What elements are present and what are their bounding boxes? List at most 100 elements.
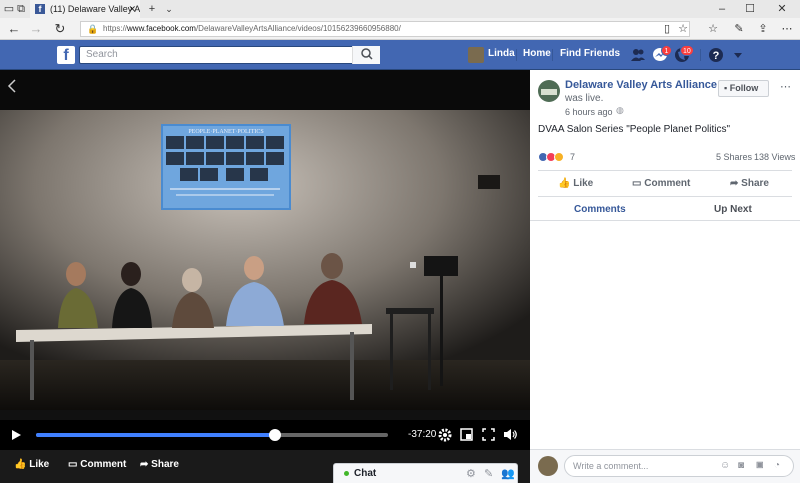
friend-requests-icon[interactable] <box>630 47 646 63</box>
post-comment-button[interactable]: ▭ Comment <box>632 178 690 189</box>
tab-up-next[interactable]: Up Next <box>714 204 752 215</box>
video-like-label: Like <box>29 459 50 470</box>
more-icon[interactable]: ⋯ <box>780 20 794 38</box>
account-menu-icon[interactable] <box>730 47 746 63</box>
post-like-button[interactable]: 👍 Like <box>558 178 593 189</box>
favorite-star-icon[interactable]: ☆ <box>676 20 690 38</box>
post-share-label: Share <box>741 178 769 189</box>
progress-fill <box>36 433 276 437</box>
search-input[interactable]: Search <box>79 46 379 64</box>
tab-preview-icon[interactable]: ⧉ <box>15 0 27 18</box>
url-prefix: https:// <box>103 24 128 33</box>
new-message-icon[interactable]: ✎ <box>484 467 493 480</box>
help-icon[interactable]: ? <box>708 47 724 63</box>
home-link[interactable]: Home <box>523 48 551 59</box>
page-avatar-building <box>541 89 557 95</box>
video-comment-label: Comment <box>80 459 127 470</box>
follow-button[interactable]: ▪ Follow <box>718 80 769 97</box>
notifications-badge: 10 <box>680 45 694 56</box>
post-options-icon[interactable]: ⋯ <box>780 80 791 93</box>
facebook-logo[interactable]: f <box>57 46 75 64</box>
nav-divider <box>700 49 701 61</box>
comment-bubble-icon: ▭ <box>68 459 78 470</box>
video-frame: PEOPLE·PLANET·POLITICS <box>0 70 530 410</box>
close-window-icon[interactable]: ✕ <box>772 0 792 18</box>
follow-label: Follow <box>729 83 759 93</box>
online-dot-icon <box>344 471 349 476</box>
url-path: /DelawareValleyArtsAlliance/videos/10156… <box>195 24 401 33</box>
share-arrow-icon: ➦ <box>730 178 739 189</box>
gif-icon[interactable]: ▣ <box>756 460 764 469</box>
post-text: DVAA Salon Series "People Planet Politic… <box>538 124 731 135</box>
settings-gear-icon[interactable] <box>438 428 452 442</box>
post-sidebar: Delaware Valley Arts Alliance was live. … <box>530 70 800 483</box>
back-arrow-icon[interactable]: ← <box>6 20 22 38</box>
time-remaining: -37:20 <box>408 429 437 440</box>
divider <box>538 170 792 171</box>
post-like-label: Like <box>573 178 594 189</box>
volume-icon[interactable] <box>503 427 518 442</box>
wow-reaction-icon <box>554 152 564 162</box>
messages-badge: 1 <box>661 45 672 56</box>
comment-composer: Write a comment... ☺ ◙ ▣ ◔ <box>530 449 800 483</box>
facebook-nav-bar: f Search Linda Home Find Friends 1 10 ? <box>0 40 800 70</box>
maximize-icon[interactable]: ☐ <box>740 0 760 18</box>
post-timestamp[interactable]: 6 hours ago <box>565 107 613 117</box>
video-share-label: Share <box>151 459 179 470</box>
video-share-button[interactable]: ➦ Share <box>140 459 179 470</box>
browser-tab[interactable]: f (11) Delaware Valley Art ✕ <box>30 0 140 18</box>
address-bar: ← → ↻ 🔒 https://www.facebook.com/Delawar… <box>0 18 800 40</box>
progress-track[interactable] <box>36 429 388 441</box>
slide-title: PEOPLE·PLANET·POLITICS <box>188 129 263 135</box>
chat-bar[interactable]: Chat ⚙ ✎ 👥 <box>333 463 518 483</box>
url-domain: www.facebook.com <box>127 24 196 33</box>
views-count: 138 Views <box>754 152 796 162</box>
back-chevron-icon[interactable] <box>6 78 18 94</box>
facebook-favicon: f <box>35 4 45 14</box>
video-controls: -37:20 <box>0 420 530 450</box>
post-share-button[interactable]: ➦ Share <box>730 178 769 189</box>
tab-list-icon[interactable]: ▭ <box>3 0 15 18</box>
divider <box>538 196 792 197</box>
reading-view-icon[interactable]: ▯ <box>660 20 674 38</box>
profile-link[interactable]: Linda <box>488 48 515 59</box>
tab-close-icon[interactable]: ✕ <box>128 0 136 18</box>
video-player[interactable]: PEOPLE·PLANET·POLITICS <box>0 70 530 450</box>
find-friends-link[interactable]: Find Friends <box>560 48 620 59</box>
chevron-down-icon[interactable]: ⌄ <box>162 0 176 18</box>
nav-divider <box>516 49 517 61</box>
chat-settings-icon[interactable]: ⚙ <box>466 467 476 480</box>
camera-icon[interactable]: ◙ <box>738 460 744 471</box>
page-avatar[interactable] <box>538 80 560 102</box>
picture-in-picture-icon[interactable] <box>460 428 473 441</box>
favorites-hub-icon[interactable]: ☆ <box>706 20 720 38</box>
chat-label: Chat <box>354 468 377 479</box>
progress-handle[interactable] <box>269 429 282 441</box>
pen-icon[interactable]: ✎ <box>732 20 746 38</box>
avatar[interactable] <box>468 47 484 63</box>
thumbs-up-icon: 👍 <box>558 178 571 189</box>
video-like-button[interactable]: 👍 Like <box>14 459 49 470</box>
refresh-icon[interactable]: ↻ <box>52 20 68 38</box>
emoji-icon[interactable]: ☺ <box>720 460 730 471</box>
browser-tab-bar: ▭ ⧉ f (11) Delaware Valley Art ✕ + ⌄ – ☐… <box>0 0 800 18</box>
forward-arrow-icon[interactable]: → <box>28 20 44 38</box>
post-comment-label: Comment <box>644 178 691 189</box>
tab-comments[interactable]: Comments <box>574 204 626 215</box>
search-button[interactable] <box>352 46 380 64</box>
play-icon[interactable] <box>10 429 22 441</box>
public-globe-icon: ◍ <box>616 105 624 115</box>
url-field[interactable]: 🔒 https://www.facebook.com/DelawareValle… <box>80 21 690 37</box>
fullscreen-icon[interactable] <box>482 428 495 441</box>
svg-text:?: ? <box>713 50 720 62</box>
page-name-link[interactable]: Delaware Valley Arts Alliance <box>565 79 717 91</box>
lock-icon: 🔒 <box>87 24 99 34</box>
tab-title: (11) Delaware Valley Art <box>50 4 140 14</box>
sticker-icon[interactable]: ◔ <box>774 460 780 471</box>
video-comment-button[interactable]: ▭ Comment <box>68 459 126 470</box>
minimize-icon[interactable]: – <box>712 0 732 18</box>
create-group-icon[interactable]: 👥 <box>501 467 515 480</box>
new-tab-icon[interactable]: + <box>145 0 159 18</box>
shares-count[interactable]: 5 Shares <box>716 152 752 162</box>
share-icon[interactable]: ⇪ <box>756 20 770 38</box>
